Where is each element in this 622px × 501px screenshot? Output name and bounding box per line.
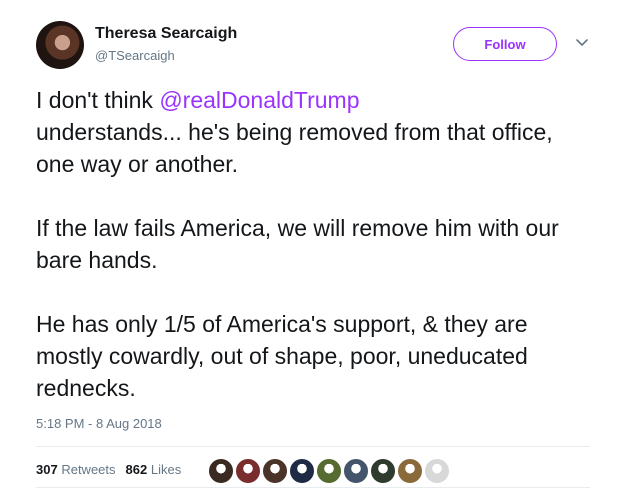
likes-label: Likes: [150, 462, 182, 477]
tweet-timestamp[interactable]: 5:18 PM - 8 Aug 2018: [36, 416, 162, 431]
liker-avatar[interactable]: [424, 458, 450, 484]
follow-button[interactable]: Follow: [453, 27, 557, 61]
liker-avatar[interactable]: [397, 458, 423, 484]
liker-avatar[interactable]: [262, 458, 288, 484]
liker-avatar[interactable]: [208, 458, 234, 484]
liker-avatar[interactable]: [343, 458, 369, 484]
divider: [36, 487, 590, 488]
author-handle[interactable]: @TSearcaigh: [95, 48, 175, 63]
tweet-text-suffix: understands... he's being removed from t…: [36, 119, 553, 177]
author-name[interactable]: Theresa Searcaigh: [95, 25, 237, 43]
chevron-down-icon[interactable]: [575, 38, 589, 48]
retweets-label: Retweets: [61, 462, 116, 477]
tweet-paragraph-3: He has only 1/5 of America's support, & …: [36, 311, 528, 401]
liker-avatar[interactable]: [370, 458, 396, 484]
liker-avatar[interactable]: [235, 458, 261, 484]
liker-avatar[interactable]: [316, 458, 342, 484]
avatar[interactable]: [36, 21, 84, 69]
likes-count: 862: [125, 462, 148, 477]
tweet-paragraph-2: If the law fails America, we will remove…: [36, 215, 559, 273]
retweets-stat[interactable]: 307 Retweets: [36, 462, 116, 477]
likes-stat[interactable]: 862 Likes: [126, 462, 182, 477]
retweets-count: 307: [36, 462, 58, 477]
mention-link[interactable]: @realDonaldTrump: [159, 87, 359, 113]
tweet-paragraph-1: I don't think @realDonaldTrump understand…: [36, 84, 596, 180]
tweet-card: Theresa Searcaigh @TSearcaigh Follow I d…: [0, 0, 622, 501]
tweet-stats: 307 Retweets 862 Likes: [36, 462, 181, 477]
tweet-text: I don't think @realDonaldTrump understand…: [36, 84, 596, 436]
tweet-text-prefix: I don't think: [36, 87, 160, 113]
divider: [36, 446, 590, 447]
liker-avatar[interactable]: [289, 458, 315, 484]
